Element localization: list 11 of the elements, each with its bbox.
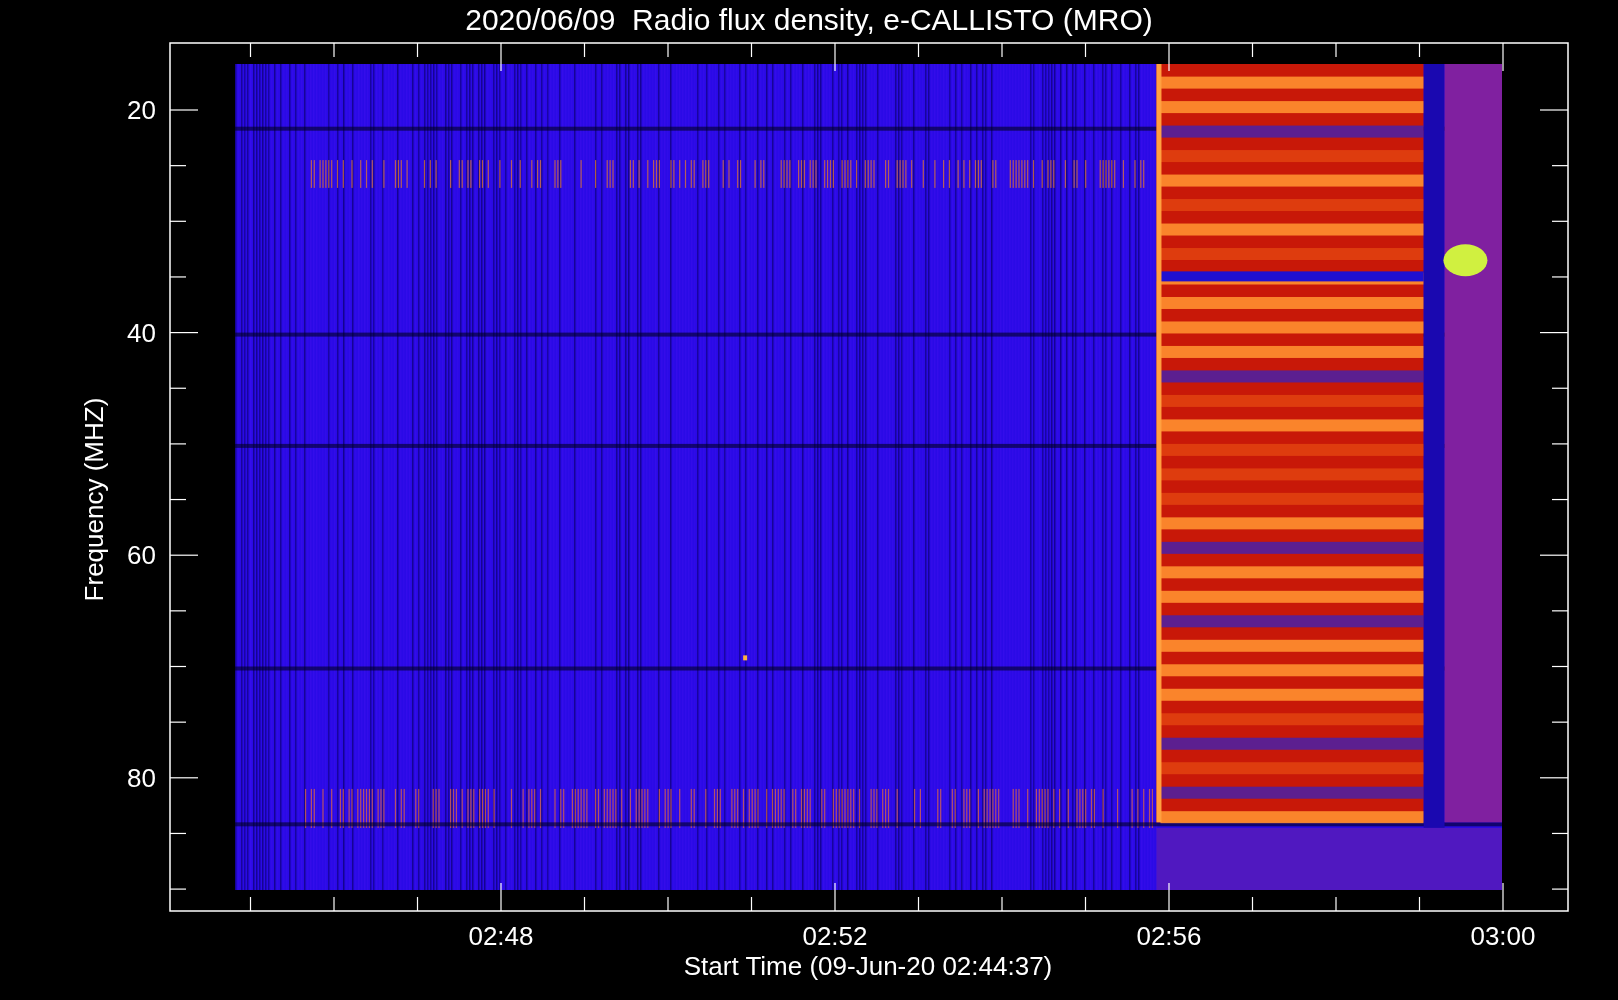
y-axis-label: Frequency (MHZ): [79, 397, 109, 602]
x-tick-label: 02:56: [1136, 921, 1202, 951]
y-tick-label: 20: [127, 95, 156, 125]
y-tick-label: 60: [127, 540, 156, 571]
x-tick-label: 02:48: [468, 921, 534, 951]
x-tick-label: 03:00: [1470, 921, 1536, 951]
x-axis-label: Start Time (09-Jun-20 02:44:37): [683, 951, 1053, 981]
chart-title: 2020/06/09 Radio flux density, e-CALLISTO (MRO): [465, 2, 1153, 38]
y-tick-label: 40: [127, 317, 156, 348]
x-tick-label: 02:52: [802, 921, 868, 951]
y-tick-label: 80: [127, 762, 156, 793]
